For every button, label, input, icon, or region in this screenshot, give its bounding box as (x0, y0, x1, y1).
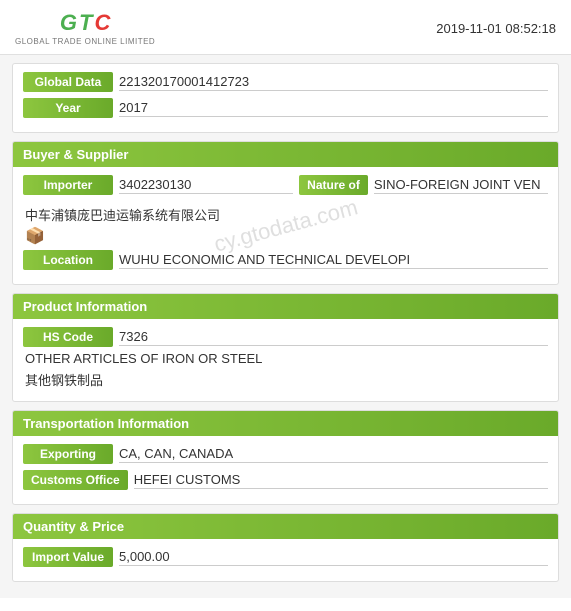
buyer-supplier-body: cy.gtodata.com Importer 3402230130 Natur… (13, 167, 558, 284)
global-data-value: 221320170001412723 (119, 74, 548, 91)
content: Global Data 221320170001412723 Year 2017… (0, 55, 571, 598)
location-label: Location (23, 250, 113, 270)
year-label: Year (23, 98, 113, 118)
global-data-row: Global Data 221320170001412723 (23, 72, 548, 92)
global-data-label: Global Data (23, 72, 113, 92)
exporting-label: Exporting (23, 444, 113, 464)
global-info-body: Global Data 221320170001412723 Year 2017 (13, 64, 558, 132)
nature-label: Nature of (299, 175, 368, 195)
company-icon: 📦 (23, 226, 548, 250)
top-bar: G T C GLOBAL TRADE ONLINE LIMITED 2019-1… (0, 0, 571, 55)
year-row: Year 2017 (23, 98, 548, 118)
import-value-row: Import Value 5,000.00 (23, 547, 548, 567)
logo-subtitle: GLOBAL TRADE ONLINE LIMITED (15, 37, 155, 46)
product-desc-en: OTHER ARTICLES OF IRON OR STEEL (25, 351, 546, 366)
import-value-label: Import Value (23, 547, 113, 567)
global-info-section: Global Data 221320170001412723 Year 2017 (12, 63, 559, 133)
quantity-price-body: Import Value 5,000.00 (13, 539, 558, 581)
hs-code-value: 7326 (119, 329, 548, 346)
logo-area: G T C GLOBAL TRADE ONLINE LIMITED (15, 10, 155, 46)
year-value: 2017 (119, 100, 548, 117)
product-desc-zh: 其他钢铁制品 (25, 370, 546, 389)
logo-c-letter: C (94, 10, 110, 36)
location-row: Location WUHU ECONOMIC AND TECHNICAL DEV… (23, 250, 548, 270)
timestamp: 2019-11-01 08:52:18 (436, 21, 556, 36)
exporting-value: CA, CAN, CANADA (119, 446, 548, 463)
page-wrapper: G T C GLOBAL TRADE ONLINE LIMITED 2019-1… (0, 0, 571, 611)
logo-g-letter: G (60, 10, 77, 36)
logo-icon: G T C (60, 10, 110, 36)
nature-value: SINO-FOREIGN JOINT VEN (374, 177, 548, 194)
location-value: WUHU ECONOMIC AND TECHNICAL DEVELOPI (119, 252, 548, 269)
transport-info-body: Exporting CA, CAN, CANADA Customs Office… (13, 436, 558, 504)
buyer-supplier-header: Buyer & Supplier (13, 142, 558, 167)
quantity-price-section: Quantity & Price Import Value 5,000.00 (12, 513, 559, 582)
product-info-section: Product Information HS Code 7326 OTHER A… (12, 293, 559, 402)
transport-info-section: Transportation Information Exporting CA,… (12, 410, 559, 505)
buyer-supplier-section: Buyer & Supplier cy.gtodata.com Importer… (12, 141, 559, 285)
importer-nature-row: Importer 3402230130 Nature of SINO-FOREI… (23, 175, 548, 195)
customs-office-row: Customs Office HEFEI CUSTOMS (23, 470, 548, 490)
importer-value: 3402230130 (119, 177, 293, 194)
quantity-price-header: Quantity & Price (13, 514, 558, 539)
company-name: 中车浦镇庞巴迪运输系统有限公司 (23, 201, 548, 226)
importer-label: Importer (23, 175, 113, 195)
product-info-header: Product Information (13, 294, 558, 319)
product-info-body: HS Code 7326 OTHER ARTICLES OF IRON OR S… (13, 319, 558, 401)
customs-office-value: HEFEI CUSTOMS (134, 472, 548, 489)
transport-info-header: Transportation Information (13, 411, 558, 436)
exporting-row: Exporting CA, CAN, CANADA (23, 444, 548, 464)
customs-office-label: Customs Office (23, 470, 128, 490)
hs-code-row: HS Code 7326 (23, 327, 548, 347)
logo-t-letter: T (79, 10, 92, 36)
import-value-value: 5,000.00 (119, 549, 548, 566)
hs-code-label: HS Code (23, 327, 113, 347)
